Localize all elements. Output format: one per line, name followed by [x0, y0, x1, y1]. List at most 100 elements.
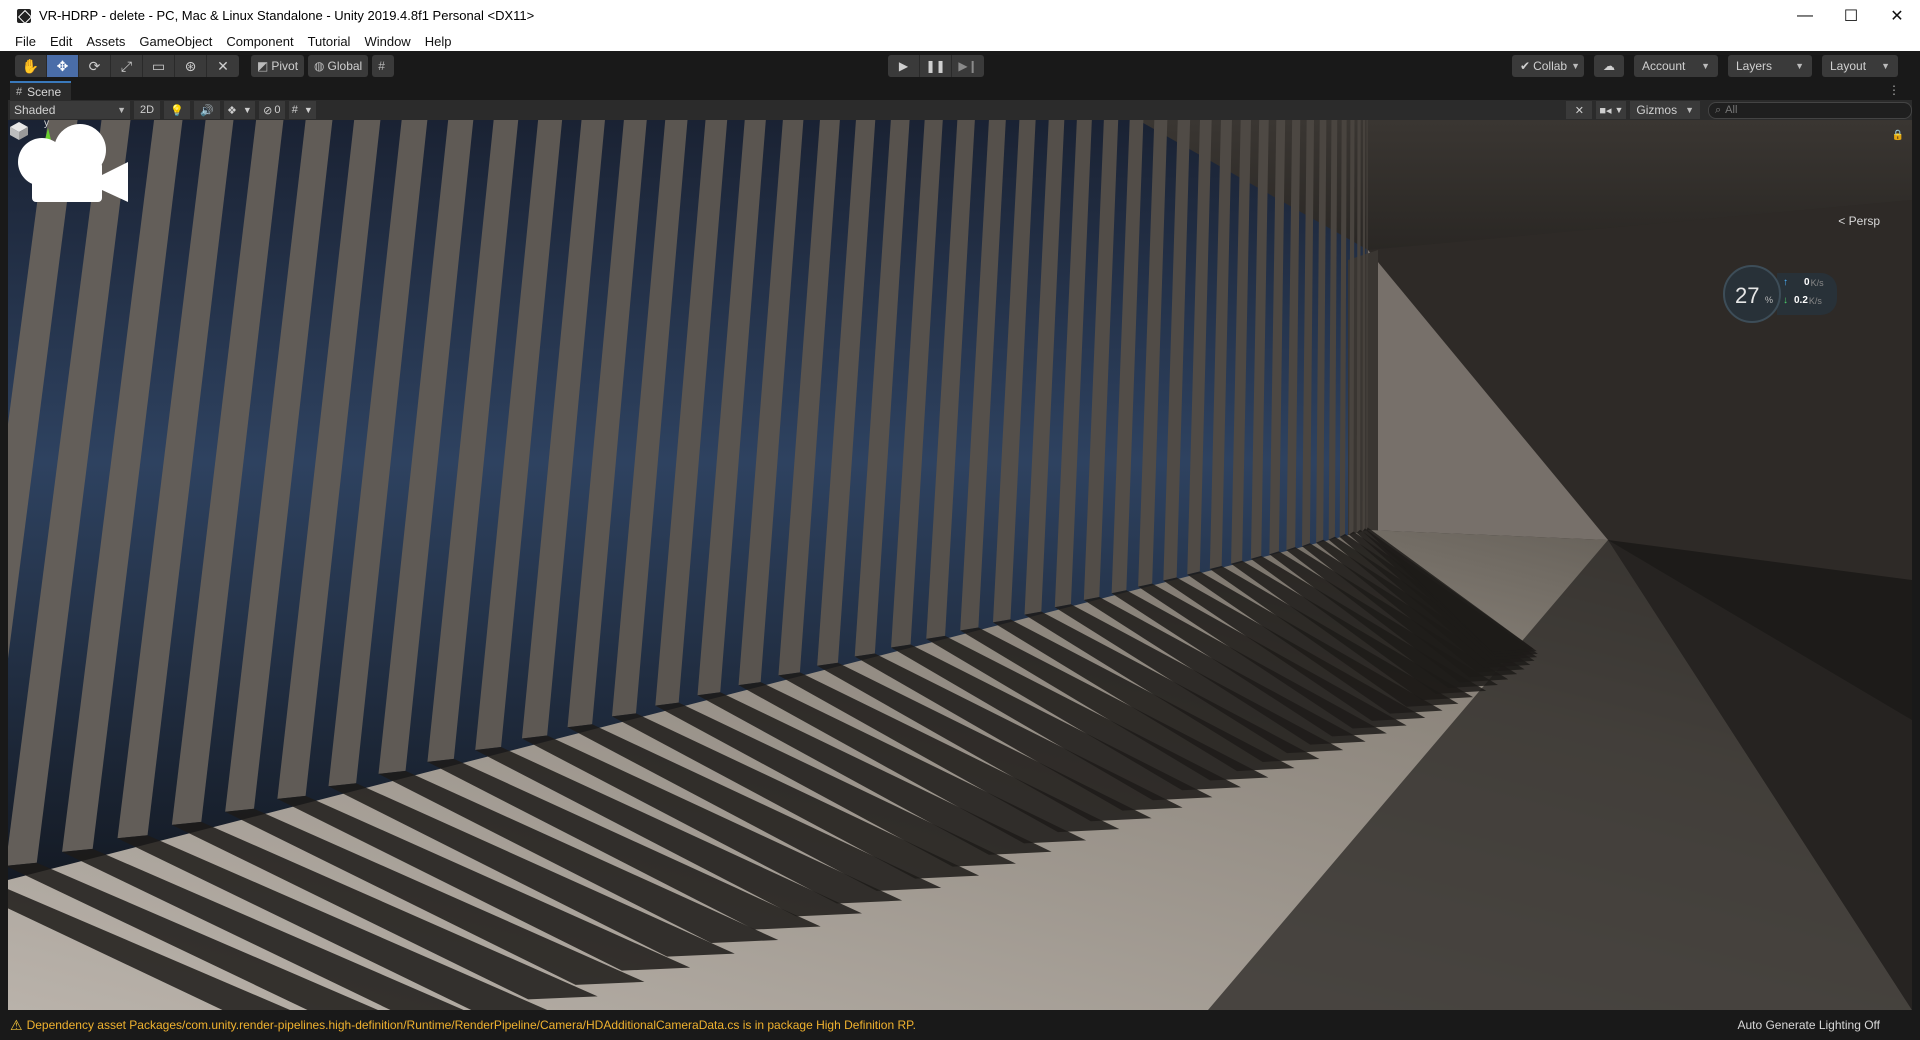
chevron-down-icon: ▼ — [1795, 61, 1804, 71]
layers-dropdown[interactable]: Layers ▼ — [1728, 55, 1812, 77]
custom-tool-icon: ✕ — [217, 57, 229, 74]
maximize-button[interactable]: ☐ — [1828, 0, 1874, 31]
step-icon: ▶❙ — [958, 59, 978, 73]
account-dropdown[interactable]: Account ▼ — [1634, 55, 1718, 77]
upload-rate: ↑ 0 K/s — [1783, 277, 1824, 288]
account-label: Account — [1642, 59, 1686, 73]
tab-scene[interactable]: # Scene — [10, 81, 72, 100]
eye-slash-icon: ⊘ — [263, 104, 273, 117]
left-border — [0, 100, 8, 1010]
toolbar-right: ✔ Collab ▼ ☁ Account ▼ Layers ▼ Layout ▼ — [1502, 55, 1898, 77]
pause-icon: ❚❚ — [925, 59, 946, 73]
rotate-icon: ⟳ — [88, 57, 101, 74]
gizmo-lock-icon[interactable]: 🔒 — [1892, 130, 1904, 141]
camera-dropdown[interactable]: ■◂ ▼ — [1596, 101, 1627, 119]
hand-icon: ✋ — [21, 57, 40, 74]
scene-visibility-toggle[interactable]: ⊘ 0 — [258, 101, 285, 119]
tools-icon: ✕ — [1574, 104, 1584, 117]
effects-dropdown[interactable]: ❖ ▼ — [224, 101, 255, 119]
download-unit: K/s — [1808, 295, 1822, 306]
rect-icon: ▭ — [151, 57, 166, 74]
warning-icon: ⚠ — [10, 1016, 23, 1033]
scene-toolbar-right: ✕ ■◂ ▼ Gizmos ▼ ⌕ All — [1562, 101, 1912, 119]
hidden-count: 0 — [274, 104, 281, 116]
scale-tool-button[interactable]: ⤢ — [111, 55, 143, 77]
perspective-toggle[interactable]: < Persp — [1838, 214, 1880, 228]
shading-mode-dropdown[interactable]: Shaded ▼ — [10, 101, 130, 119]
global-toggle[interactable]: ◍ Global — [308, 55, 369, 77]
pause-button[interactable]: ❚❚ — [920, 55, 952, 77]
menu-file[interactable]: File — [15, 34, 36, 49]
chevron-down-icon: ▼ — [1701, 61, 1710, 71]
persp-label: Persp — [1848, 214, 1880, 228]
scale-icon: ⤢ — [120, 57, 133, 74]
hand-tool-button[interactable]: ✋ — [15, 55, 47, 77]
play-button[interactable]: ▶ — [888, 55, 920, 77]
grid-icon: # — [16, 85, 23, 98]
toggle-2d-button[interactable]: 2D — [134, 101, 160, 119]
gizmos-dropdown[interactable]: Gizmos ▼ — [1630, 101, 1700, 119]
menu-help[interactable]: Help — [425, 34, 452, 49]
tools-button[interactable]: ✕ — [1566, 101, 1593, 119]
play-controls: ▶ ❚❚ ▶❙ — [888, 55, 984, 77]
scene-tab-label: Scene — [27, 84, 62, 99]
pivot-icon: ◩ — [257, 59, 269, 73]
slat-column — [1366, 120, 1368, 531]
lighting-status[interactable]: Auto Generate Lighting Off — [1737, 1018, 1880, 1032]
cpu-percent-sign: % — [1765, 295, 1774, 305]
search-placeholder: All — [1725, 104, 1738, 116]
camera-gizmo-icon[interactable] — [8, 120, 138, 220]
rect-tool-button[interactable]: ▭ — [143, 55, 175, 77]
shading-mode-label: Shaded — [14, 103, 56, 117]
cloud-icon: ☁ — [1603, 59, 1615, 73]
menu-window[interactable]: Window — [364, 34, 410, 49]
slat-column — [1362, 120, 1366, 532]
minimize-button[interactable]: — — [1782, 0, 1828, 31]
scene-viewport[interactable]: y x 🔒 < Persp ↑ 0 K/s ↓ 0.2 K/s 27 % — [8, 120, 1912, 1010]
speaker-icon: 🔊 — [200, 104, 214, 117]
menu-gameobject[interactable]: GameObject — [139, 34, 212, 49]
step-button[interactable]: ▶❙ — [952, 55, 984, 77]
menu-assets[interactable]: Assets — [86, 34, 125, 49]
gizmos-label: Gizmos — [1636, 103, 1678, 117]
chevron-down-icon: ▼ — [117, 105, 126, 115]
rate-panel: ↑ 0 K/s ↓ 0.2 K/s — [1777, 273, 1837, 315]
cloud-button[interactable]: ☁ — [1594, 55, 1624, 77]
cpu-usage-circle: 27 % — [1723, 265, 1781, 323]
menu-tutorial[interactable]: Tutorial — [308, 34, 351, 49]
close-button[interactable]: ✕ — [1874, 0, 1920, 31]
chevron-down-icon: ▼ — [242, 105, 252, 115]
layout-dropdown[interactable]: Layout ▼ — [1822, 55, 1898, 77]
title-bar: VR-HDRP - delete - PC, Mac & Linux Stand… — [0, 0, 1920, 31]
play-icon: ▶ — [898, 59, 909, 73]
right-border — [1912, 81, 1920, 1010]
menu-edit[interactable]: Edit — [50, 34, 72, 49]
custom-tool-button[interactable]: ✕ — [207, 55, 239, 77]
window-controls: — ☐ ✕ — [1782, 0, 1920, 31]
status-message[interactable]: Dependency asset Packages/com.unity.rend… — [27, 1018, 916, 1032]
grid-snap-button[interactable]: # — [372, 55, 394, 77]
pivot-label: Pivot — [271, 59, 299, 73]
pivot-toggle[interactable]: ◩ Pivot — [251, 55, 305, 77]
menu-bar: File Edit Assets GameObject Component Tu… — [0, 31, 1920, 51]
scene-toolbar: Shaded ▼ 2D 💡 🔊 ❖ ▼ ⊘ 0 # ▼ ✕ ■◂ ▼ Gizmo… — [8, 100, 1912, 120]
transform-tool-button[interactable]: ⊛ — [175, 55, 207, 77]
collab-dropdown[interactable]: ✔ Collab ▼ — [1512, 55, 1584, 77]
grid-dropdown[interactable]: # ▼ — [288, 101, 316, 119]
download-rate: ↓ 0.2 K/s — [1783, 295, 1822, 306]
move-icon: ✥ — [56, 57, 69, 74]
tab-menu-icon[interactable]: ⋮ — [1888, 83, 1900, 97]
chevron-down-icon: ▼ — [1881, 61, 1890, 71]
cpu-percent: 27 — [1735, 283, 1760, 308]
move-tool-button[interactable]: ✥ — [47, 55, 79, 77]
lighting-toggle[interactable]: 💡 — [164, 101, 190, 119]
upload-value: 0 — [1804, 277, 1810, 288]
menu-component[interactable]: Component — [226, 34, 293, 49]
download-value: 0.2 — [1794, 295, 1808, 306]
scene-render — [8, 120, 1912, 1010]
grid-icon: # — [291, 104, 298, 116]
audio-toggle[interactable]: 🔊 — [194, 101, 220, 119]
rotate-tool-button[interactable]: ⟳ — [79, 55, 111, 77]
chevron-down-icon: ▼ — [1685, 105, 1694, 115]
scene-search-input[interactable]: ⌕ All — [1708, 101, 1912, 119]
